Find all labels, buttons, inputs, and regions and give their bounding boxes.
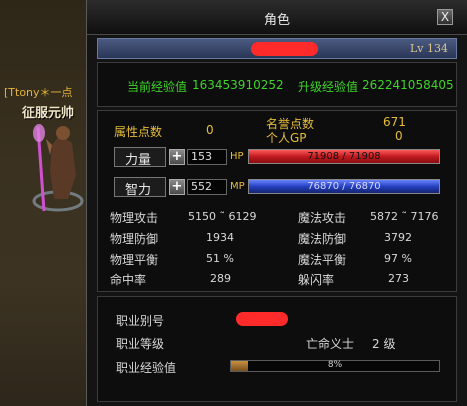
strength-add-button[interactable]: + xyxy=(169,149,185,165)
dodge-rate-label: 躲闪率 xyxy=(298,273,335,287)
phys-atk-label: 物理攻击 xyxy=(110,211,159,225)
hit-rate-value: 289 xyxy=(210,272,231,285)
mag-def-label: 魔法防御 xyxy=(298,232,347,246)
player-name-tag: [Ttony＊一点 xyxy=(4,86,73,99)
mp-bar-text: 76870 / 76870 xyxy=(307,181,381,192)
phys-def-value: 1934 xyxy=(206,231,234,244)
job-panel: 职业别号 职业等级 亡命义士 2 级 职业经验值 8% xyxy=(97,296,457,402)
phys-def-label: 物理防御 xyxy=(110,232,159,246)
hit-rate-label: 命中率 xyxy=(110,273,147,287)
phys-balance-value: 51 % xyxy=(206,252,234,265)
hp-bar: 71908 / 71908 xyxy=(248,149,440,164)
attribute-panel: 属性点数 0 名誉点数 671 个人GP 0 力量 + 153 HP 71908… xyxy=(97,110,457,292)
next-exp-value: 262241058405 xyxy=(362,78,454,92)
job-exp-percent: 8% xyxy=(327,360,343,370)
mag-balance-value: 97 % xyxy=(384,252,412,265)
close-button[interactable]: X xyxy=(437,9,453,25)
honor-points-value: 671 xyxy=(383,115,406,129)
intelligence-add-button[interactable]: + xyxy=(169,179,185,195)
hp-label: HP xyxy=(230,151,244,162)
character-level: Lv 134 xyxy=(409,42,448,55)
personal-gp-label: 个人GP xyxy=(266,131,307,145)
character-name-bar: Lv 134 xyxy=(97,38,457,59)
current-exp-label: 当前经验值 xyxy=(127,80,188,94)
mag-atk-label: 魔法攻击 xyxy=(298,211,347,225)
strength-label: 力量 xyxy=(125,153,152,168)
phys-balance-label: 物理平衡 xyxy=(110,253,159,267)
next-exp-label: 升级经验值 xyxy=(298,80,359,94)
window-title: 角色 xyxy=(263,13,290,28)
intelligence-value: 552 xyxy=(187,179,227,195)
window-titlebar[interactable]: 角色 X xyxy=(87,0,467,35)
strength-value: 153 xyxy=(187,149,227,165)
job-class-level: 2 级 xyxy=(372,337,396,351)
job-class-name: 亡命义士 xyxy=(306,337,355,351)
current-exp-value: 163453910252 xyxy=(192,78,284,92)
job-alias-label: 职业别号 xyxy=(116,314,165,328)
redacted-job-alias xyxy=(236,312,288,326)
experience-panel: 当前经验值 163453910252 升级经验值 262241058405 xyxy=(97,62,457,107)
phys-atk-value: 5150 ˜ 6129 xyxy=(188,210,257,223)
job-level-label: 职业等级 xyxy=(116,337,165,351)
hp-bar-text: 71908 / 71908 xyxy=(307,151,381,162)
character-window: 角色 X Lv 134 当前经验值 163453910252 升级经验值 262… xyxy=(86,0,467,406)
player-character[interactable] xyxy=(28,115,86,215)
mag-balance-label: 魔法平衡 xyxy=(298,253,347,267)
mp-bar: 76870 / 76870 xyxy=(248,179,440,194)
game-world-view: [Ttony＊一点 征服元帅 xyxy=(0,0,90,406)
strength-label-box: 力量 xyxy=(114,147,166,168)
mp-label: MP xyxy=(230,181,245,192)
dodge-rate-value: 273 xyxy=(388,272,409,285)
attr-points-value: 0 xyxy=(206,123,214,137)
personal-gp-value: 0 xyxy=(395,129,403,143)
attr-points-label: 属性点数 xyxy=(114,125,163,139)
intelligence-label: 智力 xyxy=(125,183,152,198)
redacted-character-name xyxy=(251,42,318,56)
mag-def-value: 3792 xyxy=(384,231,412,244)
intelligence-label-box: 智力 xyxy=(114,177,166,198)
mag-atk-value: 5872 ˜ 7176 xyxy=(370,210,439,223)
job-exp-bar: 8% xyxy=(230,360,440,372)
job-exp-label: 职业经验值 xyxy=(116,361,177,375)
